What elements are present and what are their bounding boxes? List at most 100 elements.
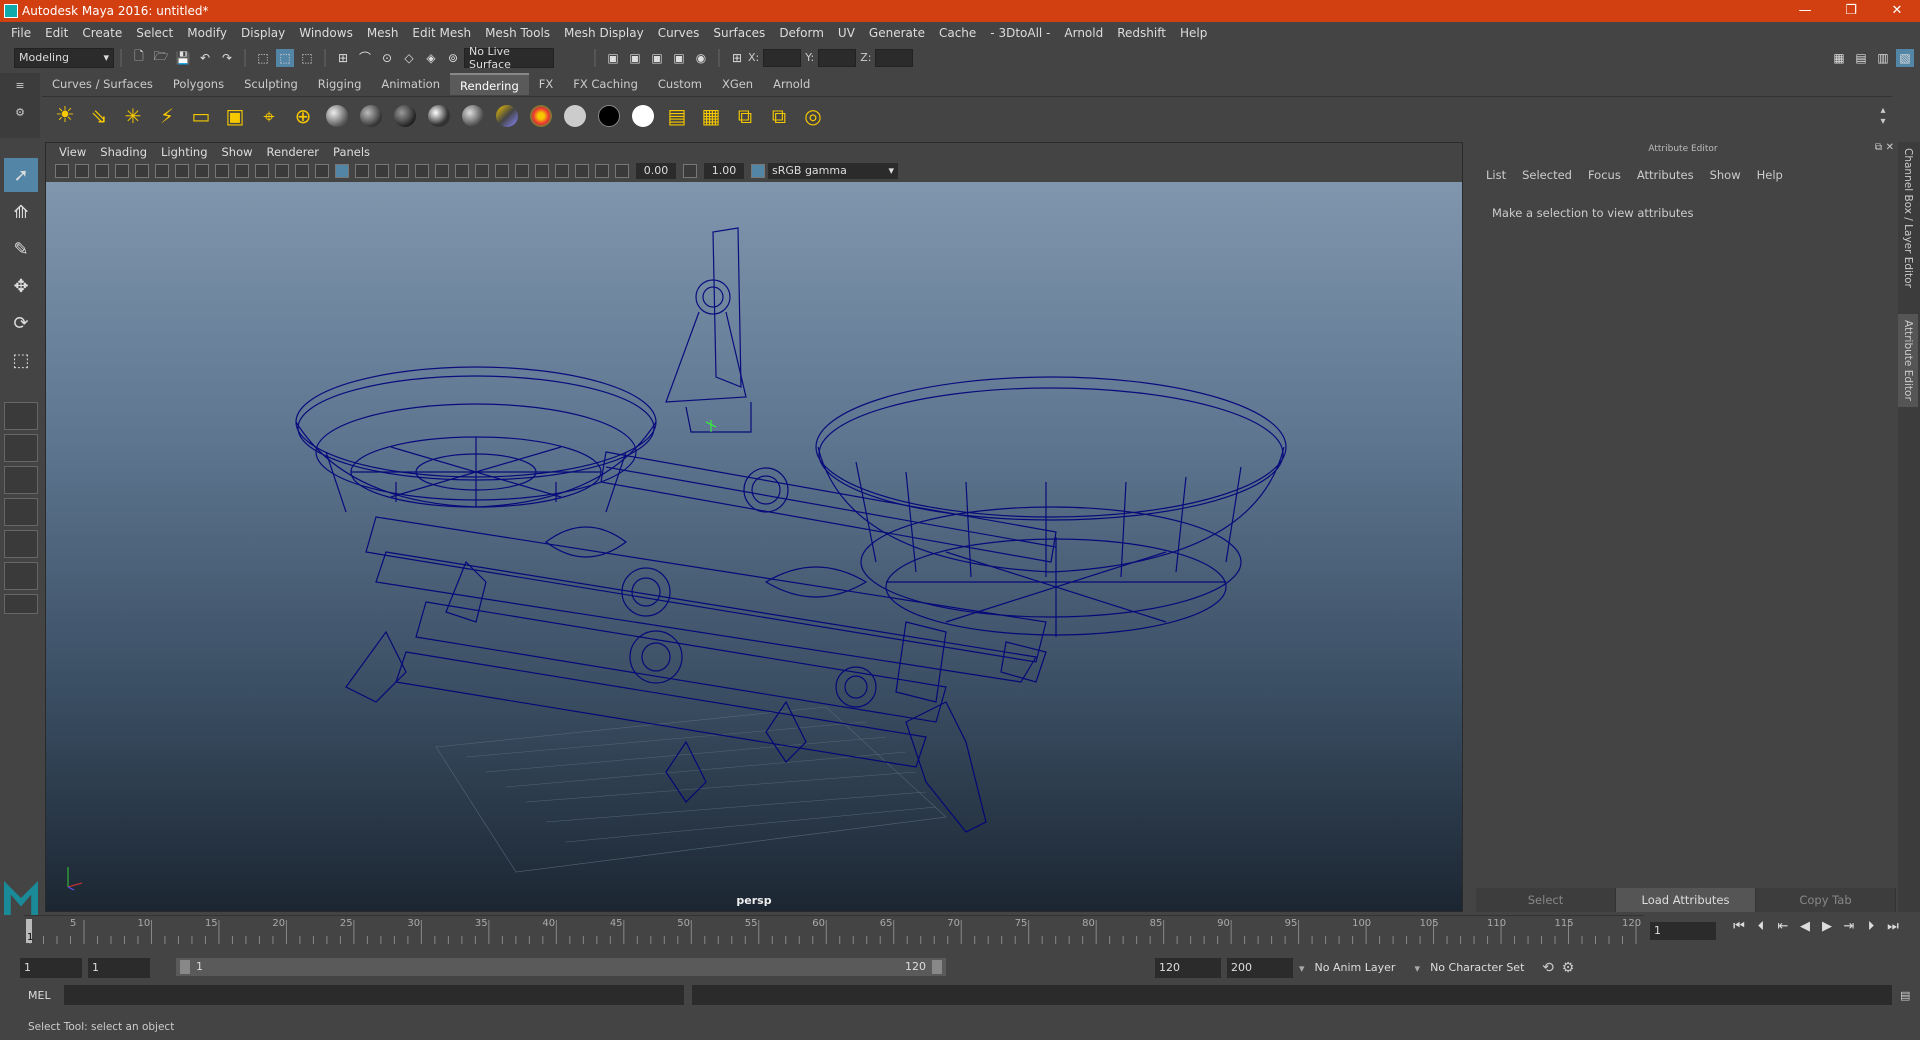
tab-rendering[interactable]: Rendering [450, 73, 529, 95]
tab-fx-caching[interactable]: FX Caching [563, 73, 648, 95]
camera-lock-icon[interactable] [75, 164, 89, 178]
ae-menu-show[interactable]: Show [1702, 168, 1749, 182]
surface-shader-icon[interactable] [561, 102, 589, 130]
xray-icon[interactable] [555, 164, 569, 178]
render-view-shelf-icon[interactable]: ▦ [697, 102, 725, 130]
select-tool-icon[interactable]: ➚ [4, 158, 38, 192]
black-shader-icon[interactable] [595, 102, 623, 130]
menu-3dtoall[interactable]: - 3DtoAll - [983, 26, 1057, 40]
tool-settings-toggle-icon[interactable]: ▥ [1874, 49, 1892, 67]
close-button[interactable]: ✕ [1874, 0, 1920, 22]
menu-help[interactable]: Help [1173, 26, 1214, 40]
step-forward-key-icon[interactable]: ⇥ [1838, 919, 1860, 934]
phong-material-icon[interactable] [391, 102, 419, 130]
select-button[interactable]: Select [1476, 888, 1616, 912]
snap-curve-icon[interactable]: ⌒ [356, 49, 374, 67]
ae-menu-attributes[interactable]: Attributes [1629, 168, 1702, 182]
close-panel-icon[interactable]: ✕ [1886, 142, 1894, 153]
layered-shader-icon[interactable] [493, 102, 521, 130]
channel-box-toggle-icon[interactable]: ▧ [1896, 48, 1914, 67]
hypershade-icon[interactable]: ◉ [692, 49, 710, 67]
character-set-dropdown[interactable]: No Character Set [1426, 958, 1537, 978]
vp-menu-shading[interactable]: Shading [93, 145, 154, 159]
wireframe-on-shaded-icon[interactable] [375, 164, 389, 178]
perspective-viewport[interactable]: persp [46, 182, 1462, 911]
menu-create[interactable]: Create [75, 26, 129, 40]
select-component-icon[interactable]: ⬚ [298, 49, 316, 67]
auto-key-icon[interactable]: ⟲ [1542, 960, 1554, 976]
current-frame-field[interactable]: 1 [1650, 922, 1716, 940]
white-shader-icon[interactable] [629, 102, 657, 130]
tab-fx[interactable]: FX [529, 73, 564, 95]
menu-redshift[interactable]: Redshift [1110, 26, 1173, 40]
menu-edit[interactable]: Edit [38, 26, 75, 40]
make-live-icon[interactable]: ⊚ [444, 49, 462, 67]
layout-outliner-button[interactable] [4, 498, 38, 526]
textured-icon[interactable] [395, 164, 409, 178]
character-set-chevron-icon[interactable]: ▾ [1415, 962, 1421, 975]
color-space-dropdown[interactable]: sRGB gamma ▾ [768, 163, 898, 179]
grease-pencil-icon[interactable] [175, 164, 189, 178]
gate-mask-icon[interactable] [255, 164, 269, 178]
layout-more-button[interactable] [4, 594, 38, 614]
shadows-icon[interactable] [435, 164, 449, 178]
field-chart-icon[interactable] [275, 164, 289, 178]
point-light-icon[interactable]: ✳ [119, 102, 147, 130]
depth-of-field-icon[interactable] [515, 164, 529, 178]
tab-arnold[interactable]: Arnold [763, 73, 820, 95]
snap-plane-icon[interactable]: ◇ [400, 49, 418, 67]
ae-menu-help[interactable]: Help [1749, 168, 1791, 182]
area-light-icon[interactable]: ▭ [187, 102, 215, 130]
tab-rigging[interactable]: Rigging [308, 73, 372, 95]
ipr-shelf-icon[interactable]: ⧉ [765, 102, 793, 130]
render-settings-shelf-icon[interactable]: ▤ [663, 102, 691, 130]
2d-pan-zoom-icon[interactable] [155, 164, 169, 178]
live-surface-field[interactable]: No Live Surface [464, 45, 554, 71]
restore-button[interactable]: ❐ [1828, 0, 1874, 22]
rotate-tool-icon[interactable]: ⟳ [4, 306, 38, 340]
menu-modify[interactable]: Modify [180, 26, 234, 40]
camera-aim-icon[interactable]: ⊕ [289, 102, 317, 130]
grid-toggle-icon[interactable] [195, 164, 209, 178]
vp-menu-panels[interactable]: Panels [326, 145, 377, 159]
range-slider[interactable]: 1 120 [176, 958, 946, 976]
gamma-icon[interactable] [683, 164, 697, 178]
script-editor-icon[interactable]: ▤ [1900, 989, 1910, 1002]
animation-preferences-icon[interactable]: ⚙ [1562, 960, 1575, 976]
x-input[interactable] [763, 48, 802, 67]
ipr-render-icon[interactable]: ▣ [648, 49, 666, 67]
modeling-toolkit-icon[interactable]: ▦ [1830, 49, 1848, 67]
motion-blur-icon[interactable] [475, 164, 489, 178]
copy-tab-button[interactable]: Copy Tab [1756, 888, 1896, 912]
gamma-field[interactable]: 1.00 [704, 163, 744, 179]
batch-render-icon[interactable]: ⧉ [731, 102, 759, 130]
playback-start-field[interactable]: 1 [88, 958, 150, 978]
range-end-handle[interactable] [932, 960, 942, 974]
layout-graph-button[interactable] [4, 530, 38, 558]
redo-icon[interactable]: ↷ [218, 49, 236, 67]
menu-select[interactable]: Select [129, 26, 180, 40]
scale-tool-icon[interactable]: ⬚ [4, 343, 38, 377]
safe-title-icon[interactable] [315, 164, 329, 178]
menu-arnold[interactable]: Arnold [1057, 26, 1110, 40]
multisample-aa-icon[interactable] [495, 164, 509, 178]
exposure-icon[interactable] [615, 164, 629, 178]
ae-menu-selected[interactable]: Selected [1514, 168, 1580, 182]
shelf-scroll-icon[interactable]: ▴ ▾ [1877, 102, 1889, 130]
menu-windows[interactable]: Windows [292, 26, 360, 40]
phonge-material-icon[interactable] [425, 102, 453, 130]
menu-mesh-display[interactable]: Mesh Display [557, 26, 651, 40]
z-input[interactable] [875, 48, 914, 67]
bookmark-icon[interactable] [95, 164, 109, 178]
camera-attributes-icon[interactable] [135, 164, 149, 178]
paint-select-tool-icon[interactable]: ✎ [4, 232, 38, 266]
render-view-icon[interactable]: ▣ [670, 49, 688, 67]
tab-curves-surfaces[interactable]: Curves / Surfaces [42, 73, 163, 95]
menu-file[interactable]: File [4, 26, 38, 40]
layout-four-button[interactable] [4, 434, 38, 462]
image-plane-icon[interactable] [115, 164, 129, 178]
safe-action-icon[interactable] [295, 164, 309, 178]
open-scene-icon[interactable]: 🗁 [152, 49, 170, 67]
playback-end-field[interactable]: 120 [1155, 958, 1221, 978]
attribute-editor-toggle-icon[interactable]: ▤ [1852, 49, 1870, 67]
